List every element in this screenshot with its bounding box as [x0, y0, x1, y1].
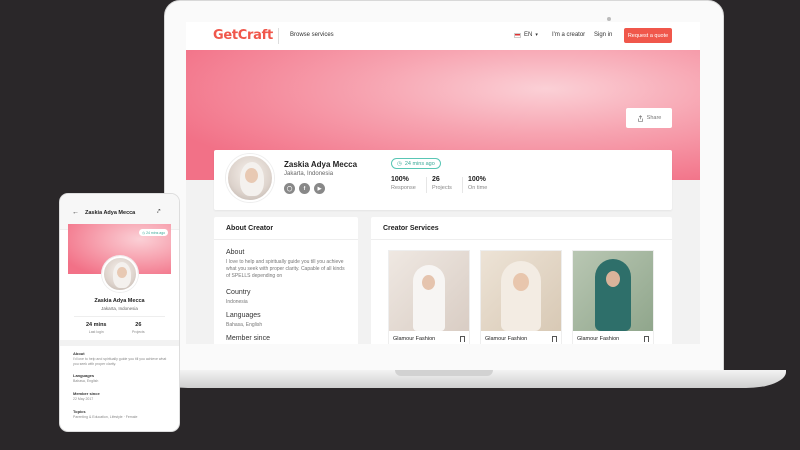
stat-label: Response: [391, 185, 416, 191]
service-image: [389, 251, 469, 331]
topics-heading: Topics: [73, 409, 86, 414]
country-heading: Country: [226, 289, 251, 296]
bookmark-icon[interactable]: [460, 336, 465, 342]
stat-label: On time: [468, 185, 488, 191]
profile-card: Zaskia Adya Mecca Jakarta, Indonesia ◯ f…: [214, 150, 672, 210]
mobile-stat-last-login: 24 mins Last login: [86, 322, 106, 334]
stat-value: 100%: [468, 176, 486, 183]
creator-link[interactable]: I'm a creator: [552, 32, 585, 38]
divider: [214, 239, 358, 240]
topics-text: Parenting & Education, Lifestyle · Femal…: [73, 415, 138, 419]
top-nav: GetCraft Browse services EN ▾ I'm a crea…: [186, 22, 700, 50]
stat-projects: 26 Projects: [432, 176, 452, 191]
camera-dot: [607, 17, 611, 21]
creator-services-card: Creator Services Glamour Fashion Glamour…: [371, 217, 672, 344]
languages-heading: Languages: [226, 312, 261, 319]
avatar: [226, 154, 274, 202]
profile-name: Zaskia Adya Mecca: [284, 160, 358, 169]
last-seen-badge: ◷ 24 mins ago: [391, 158, 441, 169]
language-selector[interactable]: EN ▾: [514, 32, 538, 38]
signin-link[interactable]: Sign in: [594, 32, 612, 38]
divider: [371, 239, 672, 240]
service-title: Glamour Fashion: [393, 336, 436, 342]
profile-location: Jakarta, Indonesia: [284, 171, 334, 177]
mobile-profile-location: Jakarta, Indonesia: [101, 306, 138, 311]
clock-icon: ◷: [397, 160, 402, 167]
flag-icon: [514, 32, 521, 38]
about-heading: About: [73, 351, 85, 356]
mobile-title: Zaskia Adya Mecca: [85, 210, 136, 216]
service-image: [573, 251, 653, 331]
about-text: I'd love to help and spiritually guide y…: [73, 357, 167, 366]
languages-text: Bahasa, English: [226, 322, 263, 328]
about-heading: About: [226, 249, 245, 256]
clock-icon: ◷: [142, 230, 146, 235]
service-image: [481, 251, 561, 331]
language-label: EN: [524, 32, 533, 38]
request-quote-button[interactable]: Request a quote: [624, 28, 672, 43]
mobile-stat-projects: 26 Projects: [132, 322, 145, 334]
mobile-last-seen-badge: ◷ 24 mins ago: [139, 229, 169, 236]
browse-services-link[interactable]: Browse services: [290, 32, 334, 38]
member-since-heading: Member since: [226, 335, 270, 342]
share-label: Share: [646, 115, 662, 121]
stat-value: 100%: [391, 176, 409, 183]
languages-text: Bahasa, English: [73, 379, 99, 383]
youtube-icon[interactable]: ▶: [314, 183, 325, 194]
facebook-icon[interactable]: f: [299, 183, 310, 194]
mobile-badge-label: 24 mins ago: [146, 230, 166, 235]
stat-label: Projects: [132, 330, 145, 334]
creator-services-title: Creator Services: [383, 225, 439, 232]
stat-divider: [462, 177, 463, 193]
about-text: I love to help and spiritually guide you…: [226, 259, 345, 279]
service-card[interactable]: Glamour Fashion: [481, 251, 561, 344]
divider: [74, 316, 165, 317]
stat-value: 24 mins: [86, 322, 107, 328]
stat-divider: [426, 177, 427, 193]
stat-value: 26: [432, 176, 440, 183]
chevron-down-icon: ▾: [535, 32, 538, 38]
service-title: Glamour Fashion: [485, 336, 528, 342]
country-text: Indonesia: [226, 299, 248, 305]
brand-logo[interactable]: GetCraft: [213, 28, 273, 43]
laptop-notch: [395, 370, 493, 376]
instagram-icon[interactable]: ◯: [284, 183, 295, 194]
share-icon[interactable]: ⤤: [157, 209, 160, 216]
mobile-profile-name: Zaskia Adya Mecca: [94, 298, 145, 304]
member-since-heading: Member since: [73, 391, 100, 396]
member-since-text: 22 May 2017: [73, 397, 94, 401]
about-creator-card: About Creator About I love to help and s…: [214, 217, 358, 344]
nav-divider: [278, 28, 279, 44]
share-button[interactable]: Share: [626, 108, 672, 128]
service-title: Glamour Fashion: [577, 336, 620, 342]
mobile-about-card: About I'd love to help and spiritually g…: [68, 346, 171, 431]
stat-response: 100% Response: [391, 176, 416, 191]
mobile-avatar: [102, 256, 138, 292]
bookmark-icon[interactable]: [552, 336, 557, 342]
back-arrow-icon[interactable]: ←: [72, 209, 79, 216]
share-icon: [637, 114, 643, 122]
mobile-screen: ← Zaskia Adya Mecca ⤤ ◷ 24 mins ago Zask…: [60, 194, 179, 431]
stat-value: 26: [135, 322, 142, 328]
service-card[interactable]: Glamour Fashion: [389, 251, 469, 344]
languages-heading: Languages: [73, 373, 95, 378]
desktop-screen: GetCraft Browse services EN ▾ I'm a crea…: [186, 22, 700, 344]
service-card[interactable]: Glamour Fashion: [573, 251, 653, 344]
last-seen-label: 24 mins ago: [404, 160, 435, 167]
bookmark-icon[interactable]: [644, 336, 649, 342]
social-links: ◯ f ▶: [284, 183, 325, 194]
stat-on-time: 100% On time: [468, 176, 487, 191]
stat-label: Projects: [432, 185, 452, 191]
stat-label: Last login: [88, 330, 104, 334]
about-creator-title: About Creator: [226, 225, 274, 232]
